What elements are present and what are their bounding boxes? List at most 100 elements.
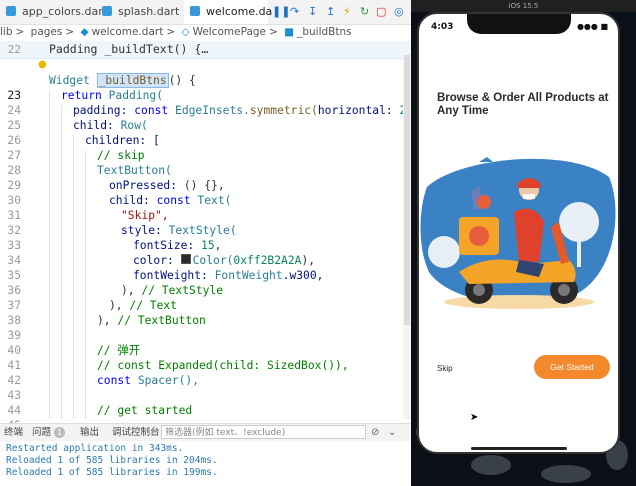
lightbulb-icon[interactable]: ●: [38, 59, 47, 70]
code-token: ),: [121, 284, 142, 297]
sticky-scroll-header[interactable]: 22 Padding _buildText() {…: [0, 41, 411, 59]
restart-icon[interactable]: ↻: [360, 3, 369, 21]
breadcrumb-item[interactable]: WelcomePage: [193, 26, 266, 38]
code-token: const: [156, 194, 198, 207]
code-line: 35 color: Color(0xff2B2A2A),: [0, 253, 411, 282]
hot-reload-icon[interactable]: ⚡: [343, 3, 351, 21]
code-token: onPressed:: [109, 179, 184, 192]
code-token: () {},: [183, 179, 225, 192]
inspector-icon[interactable]: ◎: [394, 3, 404, 21]
get-started-button[interactable]: Get Started: [534, 355, 610, 379]
code-line: 28 // skip: [0, 148, 411, 177]
editor-scrollbar[interactable]: [403, 41, 411, 419]
phone-notch: [467, 14, 571, 34]
step-over-icon[interactable]: ↷: [290, 3, 299, 21]
code-line: 38 ), // Text: [0, 298, 411, 327]
breadcrumb-item[interactable]: welcome.dart: [92, 26, 164, 38]
code-line: 31 child: const Text(: [0, 193, 411, 222]
code-token: const: [134, 104, 176, 117]
code-line: 24 return Padding(: [0, 88, 411, 117]
code-line: 40: [0, 328, 411, 357]
code-token: horizontal:: [317, 104, 400, 117]
code-token: Widget: [49, 74, 97, 87]
code-token: ),: [301, 254, 316, 267]
code-comment: // const Expanded(child: SizedBox()),: [97, 359, 349, 372]
code-line: 39 ), // TextButton: [0, 313, 411, 342]
code-line: 26 child: Row(: [0, 118, 411, 147]
code-token: () {: [168, 74, 196, 87]
code-token: child:: [73, 119, 121, 132]
mouse-cursor-icon: ➤: [470, 412, 479, 423]
code-token: TextButton(: [97, 164, 172, 177]
code-token: const: [97, 374, 138, 387]
tab-output[interactable]: 输出: [80, 424, 99, 441]
code-token: ),: [97, 314, 118, 327]
code-token: Text(: [197, 194, 232, 207]
tab-terminal[interactable]: 终端: [4, 424, 23, 441]
filter-placeholder: 筛选器(例如 text、!exclude): [165, 428, 286, 438]
code-line: 37 ), // TextStyle: [0, 283, 411, 312]
code-line: 36 fontWeight: FontWeight.w300,: [0, 268, 411, 297]
code-line: 41 // 弹开: [0, 343, 411, 372]
stop-icon[interactable]: ▢: [376, 3, 386, 21]
code-line: 32 "Skip",: [0, 208, 411, 237]
code-comment: // TextStyle: [141, 284, 224, 297]
pause-icon[interactable]: ❚❚: [272, 3, 290, 21]
panel-tab-bar: 终端 问题 1 输出 调试控制台 筛选器(例如 text、!exclude) ⊘ …: [0, 423, 411, 442]
code-token: EdgeInsets: [175, 104, 244, 117]
console-filter-input[interactable]: 筛选器(例如 text、!exclude): [161, 425, 366, 439]
code-comment: // get started: [97, 404, 193, 417]
code-comment: // skip: [97, 149, 145, 162]
code-token: padding:: [73, 104, 135, 117]
code-token: TextStyle(: [168, 224, 237, 237]
code-token: Color(: [192, 254, 234, 267]
tab-label: app_colors.dart: [22, 5, 108, 18]
code-line: 25 padding: const EdgeInsets.symmetric(h…: [0, 103, 411, 132]
code-token: 0xff2B2A2A: [233, 254, 302, 267]
tab-label: splash.dart: [118, 5, 180, 18]
breadcrumb-item[interactable]: lib: [0, 26, 13, 38]
code-token: fontWeight:: [133, 269, 215, 282]
skip-button[interactable]: Skip: [437, 364, 453, 373]
tab-label: welcome.da: [206, 5, 273, 18]
line-number: 22: [7, 43, 21, 56]
color-swatch-icon[interactable]: [180, 254, 191, 264]
code-line: 42 // const Expanded(child: SizedBox()),: [0, 358, 411, 387]
code-line: 43 const Spacer(),: [0, 373, 411, 402]
tab-app-colors[interactable]: app_colors.dart: [0, 0, 107, 24]
sticky-code: Padding _buildText() {…: [49, 42, 209, 56]
code-comment: // 弹开: [97, 344, 140, 357]
scrollbar-thumb[interactable]: [404, 55, 410, 325]
debug-console-output: Restarted application in 343ms. Reloaded…: [0, 441, 411, 486]
problems-count-badge: 1: [54, 427, 66, 438]
tab-splash[interactable]: splash.dart: [96, 0, 190, 24]
welcome-title: Browse & Order All Products at Any Time: [437, 92, 609, 117]
simulator-title-bar: iOS 15.5: [411, 0, 636, 12]
tab-label: 问题: [32, 427, 52, 438]
tab-problems[interactable]: 问题 1: [32, 424, 66, 441]
more-icon[interactable]: ⌄: [388, 424, 396, 441]
step-into-icon[interactable]: ↧: [308, 3, 317, 21]
signal-wifi-battery-icon: ●●● ■: [576, 22, 608, 31]
tab-debug-console[interactable]: 调试控制台: [112, 424, 160, 442]
code-string: "Skip",: [121, 209, 169, 222]
breadcrumb-item[interactable]: _buildBtns: [297, 26, 352, 38]
breadcrumb: lib > pages > ◆ welcome.dart > ◇ WelcomePage >…: [0, 26, 352, 38]
code-token: Row(: [120, 119, 148, 132]
code-token-highlighted: _buildBtns: [96, 73, 169, 88]
code-token: ),: [109, 299, 130, 312]
delivery-scooter-illustration: [420, 157, 616, 309]
code-line: 29 TextButton(: [0, 163, 411, 192]
code-token: .symmetric(: [243, 104, 318, 117]
tree-icon: [428, 236, 460, 268]
code-line: 27 children: [: [0, 133, 411, 162]
dart-file-icon: [6, 6, 16, 16]
dart-file-icon: [190, 6, 200, 16]
code-token: Padding(: [108, 89, 164, 102]
step-out-icon[interactable]: ↥: [326, 3, 335, 21]
clear-console-icon[interactable]: ⊘: [371, 424, 379, 441]
breadcrumb-item[interactable]: pages: [31, 26, 63, 38]
dart-file-icon: ◆: [80, 26, 89, 38]
method-icon: ■: [284, 26, 295, 38]
tab-welcome[interactable]: welcome.da: [184, 0, 272, 24]
